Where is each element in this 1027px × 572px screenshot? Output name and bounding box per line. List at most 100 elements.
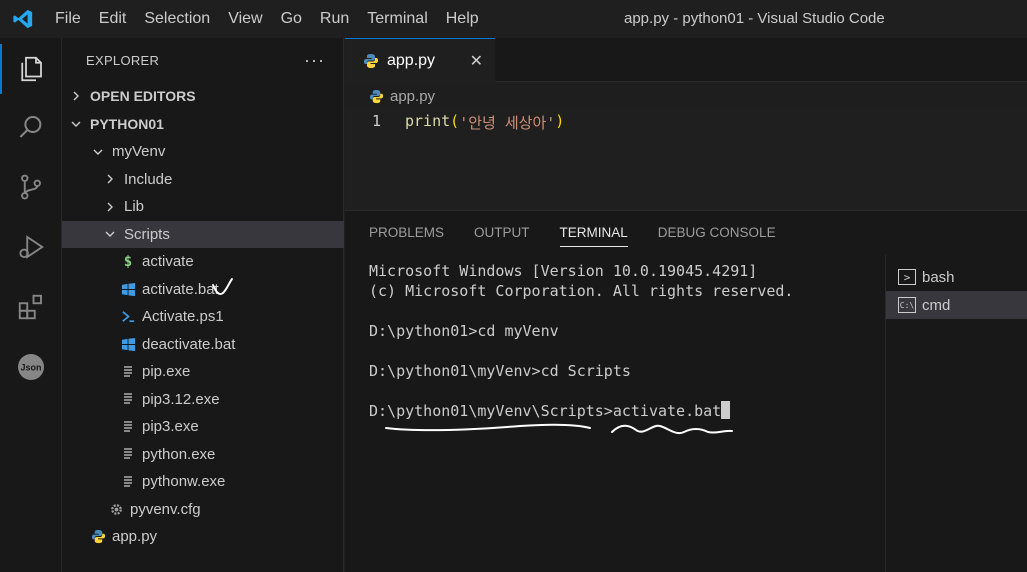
tree-item[interactable]: pyvenv.cfg (62, 496, 344, 523)
tree-item-label: Lib (124, 198, 145, 215)
file-icon (120, 392, 136, 406)
tab-app-py[interactable]: app.py ✕ (345, 38, 495, 82)
tree-item[interactable]: pip3.exe (62, 413, 344, 440)
json-activity-button[interactable]: Json (0, 338, 62, 396)
menu-run[interactable]: Run (311, 0, 358, 38)
cmd-icon: C:\ (898, 297, 916, 313)
code-paren-close: ) (555, 112, 565, 130)
gear-icon (108, 502, 124, 517)
menu-help[interactable]: Help (437, 0, 488, 38)
tree-item[interactable]: Include (62, 166, 344, 193)
shell-script-icon: $ (123, 253, 133, 270)
tree-item-label: activate.bat (142, 280, 219, 298)
line-number: 1 (371, 112, 381, 130)
file-icon (120, 475, 136, 489)
terminal-line: Microsoft Windows [Version 10.0.19045.42… (369, 261, 879, 281)
tree-item[interactable]: Lib (62, 193, 344, 220)
extensions-activity-button[interactable] (0, 278, 62, 336)
tree-item[interactable]: app.py (62, 523, 344, 550)
tree-item-label: activate (142, 253, 194, 270)
source-control-icon (21, 174, 41, 200)
menu-bar: File Edit Selection View Go Run Terminal… (46, 0, 488, 38)
terminal-item-cmd[interactable]: C:\ cmd (886, 291, 1027, 319)
menu-file[interactable]: File (46, 0, 90, 38)
file-icon (120, 420, 136, 434)
more-actions-icon[interactable]: ··· (304, 50, 325, 71)
json-icon: Json (18, 354, 44, 380)
open-editors-section[interactable]: OPEN EDITORS (62, 82, 344, 109)
vscode-logo-icon (0, 0, 46, 38)
terminal-line-text: D:\python01\myVenv\Scripts>activate.bat (369, 402, 722, 420)
tree-item-label: Scripts (124, 225, 170, 243)
project-section[interactable]: PYTHON01 (62, 110, 344, 137)
tree-item[interactable]: $ activate (62, 248, 344, 275)
chevron-right-icon (102, 201, 118, 213)
files-icon (21, 56, 42, 82)
python-file-icon (369, 89, 384, 104)
python-file-icon (90, 529, 106, 544)
tree-item[interactable]: deactivate.bat (62, 331, 344, 358)
close-icon[interactable]: ✕ (470, 51, 483, 71)
code-editor[interactable]: 1 print('안녕 세상아') (345, 108, 1027, 210)
tab-terminal[interactable]: TERMINAL (559, 211, 629, 255)
tree-item-label: pip3.exe (142, 418, 199, 435)
menu-go[interactable]: Go (272, 0, 311, 38)
source-control-activity-button[interactable] (0, 158, 62, 216)
activity-bar: Json (0, 38, 62, 572)
terminal-item-label: bash (922, 268, 955, 286)
tree-item[interactable]: Activate.ps1 (62, 303, 344, 330)
terminal-line-text: D:\python01>cd myVenv (369, 322, 559, 340)
menu-terminal[interactable]: Terminal (358, 0, 436, 38)
chevron-down-icon (102, 228, 118, 240)
terminal-cursor (721, 401, 731, 419)
chevron-right-icon (102, 173, 118, 185)
tree-item[interactable]: python.exe (62, 441, 344, 468)
explorer-activity-button[interactable] (0, 40, 62, 98)
tree-item[interactable]: pythonw.exe (62, 468, 344, 495)
menu-selection[interactable]: Selection (135, 0, 219, 38)
tree-item[interactable]: activate.bat (62, 276, 344, 303)
tree-item[interactable]: pip3.12.exe (62, 386, 344, 413)
python-file-icon (363, 53, 379, 69)
terminal-line: D:\python01\myVenv>cd Scripts (369, 361, 879, 381)
windows-batch-icon (120, 337, 136, 352)
code-string: '안녕 세상아' (459, 114, 556, 132)
tree-item[interactable]: Scripts (62, 220, 344, 248)
open-editors-label: OPEN EDITORS (90, 87, 196, 104)
search-activity-button[interactable] (0, 98, 62, 156)
breadcrumb-file[interactable]: app.py (390, 88, 435, 105)
terminal-list: > bash C:\ cmd (885, 255, 1027, 572)
menu-edit[interactable]: Edit (90, 0, 136, 38)
explorer-sidebar: EXPLORER ··· OPEN EDITORS PYTHON01 myVen… (62, 38, 344, 572)
tab-output[interactable]: OUTPUT (474, 211, 530, 255)
chevron-right-icon (68, 90, 84, 102)
terminal-line-text: Microsoft Windows [Version 10.0.19045.42… (369, 262, 758, 280)
tree-item[interactable]: myVenv (62, 138, 344, 165)
terminal-item-label: cmd (922, 296, 951, 314)
code-paren-open: ( (450, 112, 460, 130)
project-label: PYTHON01 (90, 115, 164, 132)
terminal-line: (c) Microsoft Corporation. All rights re… (369, 281, 879, 301)
file-icon (120, 365, 136, 379)
tab-debug-console[interactable]: DEBUG CONSOLE (658, 211, 776, 255)
file-icon (120, 447, 136, 461)
breadcrumb: app.py (345, 83, 435, 109)
terminal-line-text: D:\python01\myVenv>cd Scripts (369, 362, 631, 380)
terminal-item-bash[interactable]: > bash (886, 263, 1027, 291)
menu-view[interactable]: View (219, 0, 271, 38)
powershell-icon (120, 309, 136, 324)
tab-problems[interactable]: PROBLEMS (369, 211, 444, 255)
panel-tabs: PROBLEMS OUTPUT TERMINAL DEBUG CONSOLE (345, 211, 806, 255)
tree-item[interactable]: pip.exe (62, 358, 344, 385)
svg-text:Json: Json (20, 363, 41, 373)
terminal-output[interactable]: Microsoft Windows [Version 10.0.19045.42… (369, 261, 879, 421)
tree-item-label: pip3.12.exe (142, 390, 220, 408)
terminal-line-text: (c) Microsoft Corporation. All rights re… (369, 282, 794, 300)
run-debug-icon (19, 235, 44, 259)
run-debug-activity-button[interactable] (0, 218, 62, 276)
terminal-icon: > (898, 269, 916, 285)
tab-label: app.py (387, 51, 436, 69)
